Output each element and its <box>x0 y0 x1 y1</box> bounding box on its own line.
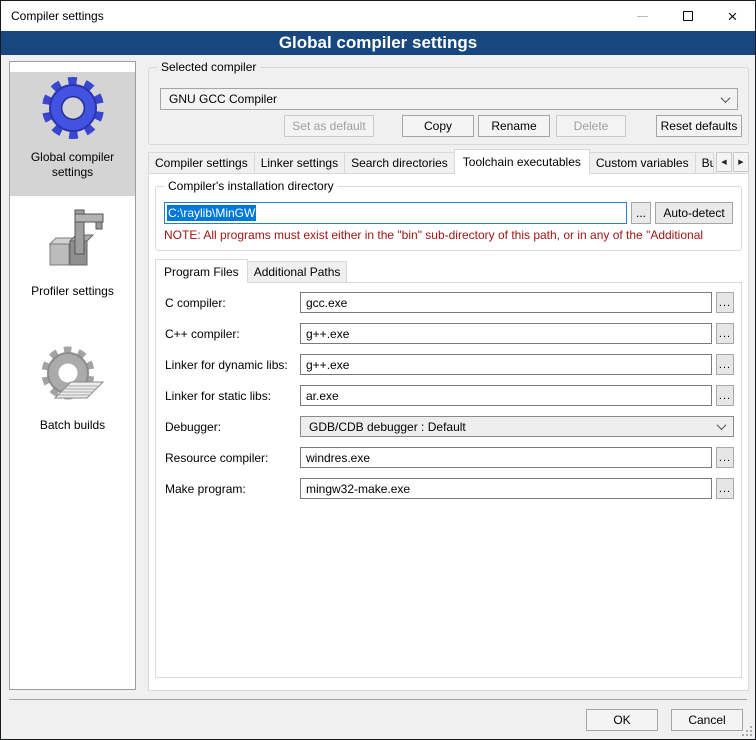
static-linker-label: Linker for static libs: <box>165 389 300 403</box>
make-program-row: Make program: ... <box>165 478 734 499</box>
cpp-compiler-input[interactable] <box>300 323 712 344</box>
minimize-icon <box>637 16 648 17</box>
make-program-browse-button[interactable]: ... <box>716 478 734 499</box>
static-linker-row: Linker for static libs: ... <box>165 385 734 406</box>
sidebar-item-label: Global compiler settings <box>10 150 135 180</box>
installation-directory-field[interactable]: C:\raylib\MinGW <box>164 202 627 224</box>
make-program-input[interactable] <box>300 478 712 499</box>
c-compiler-row: C compiler: ... <box>165 292 734 313</box>
tab-scroll-buttons: ◀ ▶ <box>715 152 749 172</box>
dynamic-linker-input[interactable] <box>300 354 712 375</box>
resize-grip[interactable] <box>742 726 752 736</box>
sidebar-item-global-compiler-settings[interactable]: Global compiler settings <box>10 72 135 196</box>
resource-compiler-browse-button[interactable]: ... <box>716 447 734 468</box>
static-linker-browse-button[interactable]: ... <box>716 385 734 406</box>
debugger-row: Debugger: GDB/CDB debugger : Default <box>165 416 734 437</box>
maximize-icon <box>683 11 693 21</box>
caption-buttons: × <box>620 1 755 31</box>
chevron-down-icon <box>721 93 731 103</box>
caliper-icon <box>37 206 109 278</box>
chevron-down-icon <box>717 420 727 430</box>
tab-additional-paths[interactable]: Additional Paths <box>247 261 348 282</box>
rename-button[interactable]: Rename <box>478 115 550 137</box>
cpp-compiler-label: C++ compiler: <box>165 327 300 341</box>
titlebar[interactable]: Compiler settings × <box>1 1 755 31</box>
debugger-combobox[interactable]: GDB/CDB debugger : Default <box>300 416 734 437</box>
resource-compiler-label: Resource compiler: <box>165 451 300 465</box>
cpp-compiler-row: C++ compiler: ... <box>165 323 734 344</box>
close-icon: × <box>728 8 738 25</box>
compiler-combobox[interactable]: GNU GCC Compiler <box>160 88 738 110</box>
installation-directory-legend: Compiler's installation directory <box>164 179 338 194</box>
dynamic-linker-row: Linker for dynamic libs: ... <box>165 354 734 375</box>
sidebar-item-label: Profiler settings <box>10 284 135 299</box>
tab-custom-variables[interactable]: Custom variables <box>589 152 696 173</box>
c-compiler-label: C compiler: <box>165 296 300 310</box>
compiler-combobox-value: GNU GCC Compiler <box>169 92 722 106</box>
settings-tabstrip: Compiler settings Linker settings Search… <box>148 149 749 173</box>
cancel-button[interactable]: Cancel <box>671 709 743 731</box>
tab-build-options[interactable]: Build options <box>695 152 714 173</box>
sidebar-item-batch-builds[interactable]: Batch builds <box>10 340 135 464</box>
footer-divider <box>9 699 747 700</box>
compiler-settings-dialog: Compiler settings × Global compiler sett… <box>0 0 756 740</box>
settings-sidebar: Global compiler settings Profiler settin… <box>9 61 136 690</box>
arrow-left-icon: ◀ <box>721 158 726 166</box>
sidebar-item-label: Batch builds <box>10 418 135 433</box>
program-files-panel: C compiler: ... C++ compiler: ... Linker… <box>155 282 742 678</box>
main-panel: Selected compiler GNU GCC Compiler Set a… <box>148 61 749 691</box>
blue-gear-icon <box>37 72 109 144</box>
window-title: Compiler settings <box>1 9 104 23</box>
installation-directory-group: Compiler's installation directory C:\ray… <box>155 186 742 251</box>
installation-directory-value: C:\raylib\MinGW <box>167 205 256 221</box>
page-title: Global compiler settings <box>1 31 755 55</box>
sidebar-item-profiler-settings[interactable]: Profiler settings <box>10 206 135 330</box>
debugger-combobox-value: GDB/CDB debugger : Default <box>309 420 718 434</box>
delete-button: Delete <box>556 115 626 137</box>
tab-linker-settings[interactable]: Linker settings <box>254 152 345 173</box>
resource-compiler-input[interactable] <box>300 447 712 468</box>
maximize-button[interactable] <box>665 1 710 31</box>
set-as-default-button: Set as default <box>284 115 374 137</box>
resource-compiler-row: Resource compiler: ... <box>165 447 734 468</box>
installation-directory-row: C:\raylib\MinGW ... Auto-detect <box>164 202 733 224</box>
gear-stack-icon <box>37 340 109 412</box>
static-linker-input[interactable] <box>300 385 712 406</box>
reset-defaults-button[interactable]: Reset defaults <box>656 115 742 137</box>
minimize-button <box>620 1 665 31</box>
compiler-buttons-row: Set as default Copy Rename Delete Reset … <box>149 115 748 137</box>
tab-compiler-settings[interactable]: Compiler settings <box>148 152 255 173</box>
debugger-label: Debugger: <box>165 420 300 434</box>
tab-program-files[interactable]: Program Files <box>155 259 248 283</box>
make-program-label: Make program: <box>165 482 300 496</box>
program-files-tabstrip: Program Files Additional Paths <box>155 259 748 282</box>
c-compiler-input[interactable] <box>300 292 712 313</box>
tab-scroll-left-button[interactable]: ◀ <box>716 152 732 172</box>
toolchain-executables-page: Compiler's installation directory C:\ray… <box>148 173 749 691</box>
cpp-compiler-browse-button[interactable]: ... <box>716 323 734 344</box>
close-button[interactable]: × <box>710 1 755 31</box>
dynamic-linker-label: Linker for dynamic libs: <box>165 358 300 372</box>
tab-toolchain-executables[interactable]: Toolchain executables <box>454 149 590 174</box>
arrow-right-icon: ▶ <box>738 158 743 166</box>
bin-subdirectory-note: NOTE: All programs must exist either in … <box>164 228 733 242</box>
tab-scroll-right-button[interactable]: ▶ <box>733 152 749 172</box>
selected-compiler-group: Selected compiler GNU GCC Compiler Set a… <box>148 67 749 145</box>
auto-detect-button[interactable]: Auto-detect <box>655 202 733 224</box>
selected-compiler-legend: Selected compiler <box>157 60 260 75</box>
browse-directory-button[interactable]: ... <box>631 202 651 224</box>
copy-button[interactable]: Copy <box>402 115 474 137</box>
c-compiler-browse-button[interactable]: ... <box>716 292 734 313</box>
dynamic-linker-browse-button[interactable]: ... <box>716 354 734 375</box>
ok-button[interactable]: OK <box>586 709 658 731</box>
tab-search-directories[interactable]: Search directories <box>344 152 455 173</box>
